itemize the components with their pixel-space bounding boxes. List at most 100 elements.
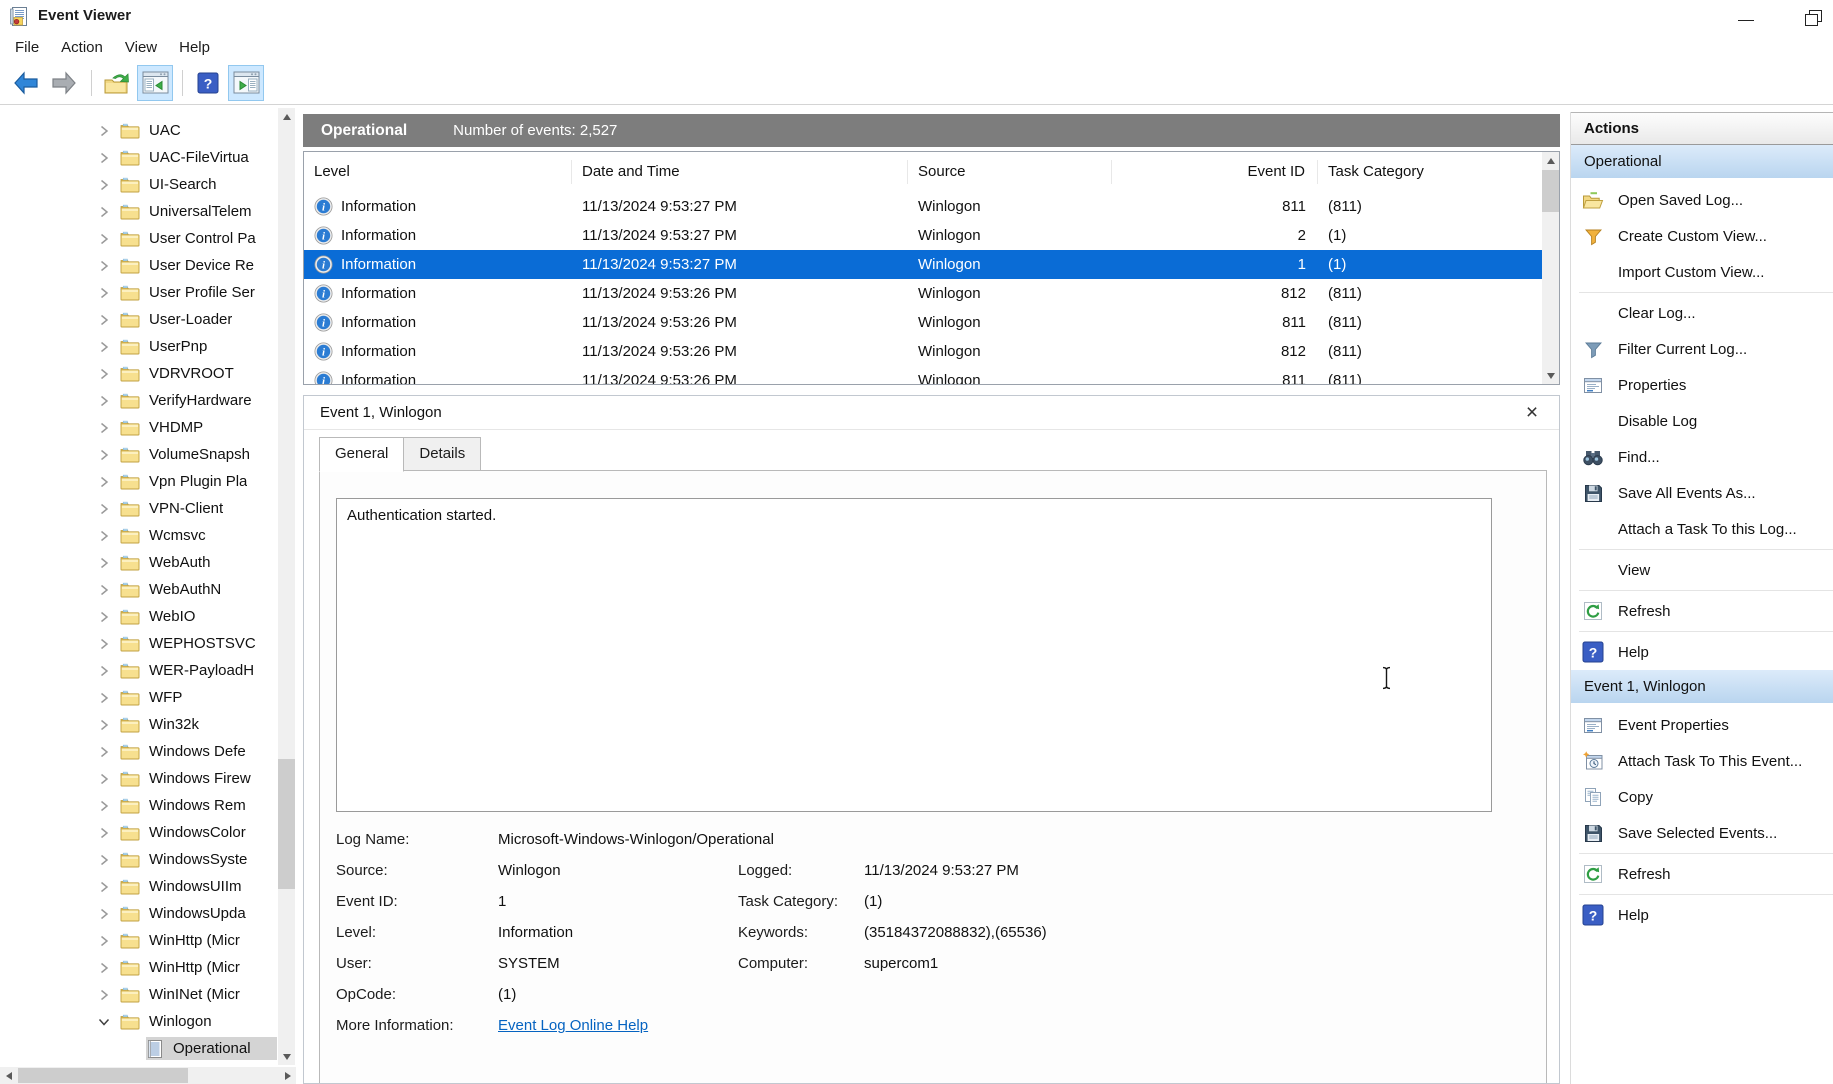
event-row[interactable]: iInformation11/13/2024 9:53:26 PMWinlogo… [304, 308, 1542, 337]
action-disable-log[interactable]: Disable Log [1571, 403, 1833, 439]
tree-item-vpn-plugin-pla[interactable]: Vpn Plugin Pla [0, 468, 277, 495]
event-log-online-help-link[interactable]: Event Log Online Help [498, 1015, 648, 1037]
event-row[interactable]: iInformation11/13/2024 9:53:27 PMWinlogo… [304, 192, 1542, 221]
menu-help[interactable]: Help [168, 35, 221, 60]
tree-item-winhttp-micr[interactable]: WinHttp (Micr [0, 927, 277, 954]
scroll-down-arrow[interactable] [1542, 367, 1559, 384]
action-help[interactable]: ?Help [1571, 897, 1833, 933]
event-description[interactable]: Authentication started. [336, 498, 1492, 812]
tree-item-windows-defe[interactable]: Windows Defe [0, 738, 277, 765]
action-filter-current-log[interactable]: Filter Current Log... [1571, 331, 1833, 367]
tree-item-vpn-client[interactable]: VPN-Client [0, 495, 277, 522]
tree-item-wfp[interactable]: WFP [0, 684, 277, 711]
tree-item-windows-firew[interactable]: Windows Firew [0, 765, 277, 792]
tree-item-universaltelem[interactable]: UniversalTelem [0, 198, 277, 225]
event-row[interactable]: iInformation11/13/2024 9:53:27 PMWinlogo… [304, 250, 1542, 279]
action-refresh[interactable]: Refresh [1571, 593, 1833, 629]
event-row[interactable]: iInformation11/13/2024 9:53:27 PMWinlogo… [304, 221, 1542, 250]
scroll-down-arrow[interactable] [278, 1048, 295, 1065]
menu-view[interactable]: View [114, 35, 168, 60]
back-button[interactable] [8, 65, 44, 101]
tree-item-wephostsvc[interactable]: WEPHOSTSVC [0, 630, 277, 657]
action-properties[interactable]: Properties [1571, 367, 1833, 403]
actions-section-operational[interactable]: Operational [1571, 145, 1833, 178]
show-action-pane-button[interactable] [228, 65, 264, 101]
events-vertical-scrollbar[interactable] [1542, 152, 1559, 384]
tree-item-user-device-re[interactable]: User Device Re [0, 252, 277, 279]
action-attach-task-to-this-event[interactable]: Attach Task To This Event... [1571, 743, 1833, 779]
column-header-task-category[interactable]: Task Category [1318, 160, 1542, 184]
tree-vertical-scrollbar[interactable] [278, 108, 295, 1065]
scroll-left-arrow[interactable] [0, 1067, 17, 1084]
event-row[interactable]: iInformation11/13/2024 9:53:26 PMWinlogo… [304, 337, 1542, 366]
export-button[interactable] [99, 65, 135, 101]
column-header-source[interactable]: Source [908, 160, 1112, 184]
action-attach-a-task-to-this-log[interactable]: Attach a Task To this Log... [1571, 511, 1833, 547]
close-icon[interactable]: × [1521, 403, 1543, 423]
action-refresh[interactable]: Refresh [1571, 856, 1833, 892]
menu-file[interactable]: File [4, 35, 50, 60]
tree-item-windowssyste[interactable]: WindowsSyste [0, 846, 277, 873]
column-header-event-id[interactable]: Event ID [1112, 160, 1318, 184]
action-create-custom-view[interactable]: Create Custom View... [1571, 218, 1833, 254]
scrollbar-thumb[interactable] [278, 759, 295, 889]
action-save-all-events-as[interactable]: Save All Events As... [1571, 475, 1833, 511]
tree-item-winhttp-micr[interactable]: WinHttp (Micr [0, 954, 277, 981]
restore-button[interactable] [1802, 9, 1824, 27]
action-clear-log[interactable]: Clear Log... [1571, 295, 1833, 331]
tree-item-windows-rem[interactable]: Windows Rem [0, 792, 277, 819]
action-event-properties[interactable]: Event Properties [1571, 707, 1833, 743]
tree-item-user-profile-ser[interactable]: User Profile Ser [0, 279, 277, 306]
column-header-level[interactable]: Level [304, 160, 572, 184]
action-save-selected-events[interactable]: Save Selected Events... [1571, 815, 1833, 851]
tree-item-label: WER-PayloadH [149, 662, 254, 679]
action-view[interactable]: View [1571, 552, 1833, 588]
tree-item-vhdmp[interactable]: VHDMP [0, 414, 277, 441]
forward-button[interactable] [46, 65, 82, 101]
tree-horizontal-scrollbar[interactable] [0, 1067, 296, 1084]
tree-item-operational[interactable]: Operational [0, 1035, 277, 1062]
actions-section-event-1-winlogon[interactable]: Event 1, Winlogon [1571, 670, 1833, 703]
help-button[interactable]: ? [190, 65, 226, 101]
minimize-button[interactable] [1733, 10, 1759, 26]
tree-item-ui-search[interactable]: UI-Search [0, 171, 277, 198]
tree-item-user-loader[interactable]: User-Loader [0, 306, 277, 333]
tree-item-uac-filevirtua[interactable]: UAC-FileVirtua [0, 144, 277, 171]
scrollbar-thumb[interactable] [18, 1068, 188, 1083]
tree-item-wininet-micr[interactable]: WinINet (Micr [0, 981, 277, 1008]
scrollbar-thumb[interactable] [1542, 170, 1559, 212]
tree-item-webauth[interactable]: WebAuth [0, 549, 277, 576]
tree-item-windowscolor[interactable]: WindowsColor [0, 819, 277, 846]
scroll-up-arrow[interactable] [1542, 152, 1559, 169]
tree-item-winnat[interactable]: WinNat [0, 1062, 277, 1066]
action-copy[interactable]: Copy [1571, 779, 1833, 815]
event-row[interactable]: iInformation11/13/2024 9:53:26 PMWinlogo… [304, 366, 1542, 385]
chevron-right-icon [97, 259, 111, 273]
tree-item-vdrvroot[interactable]: VDRVROOT [0, 360, 277, 387]
tree-item-userpnp[interactable]: UserPnp [0, 333, 277, 360]
action-open-saved-log[interactable]: Open Saved Log... [1571, 182, 1833, 218]
event-row[interactable]: iInformation11/13/2024 9:53:26 PMWinlogo… [304, 279, 1542, 308]
tab-general[interactable]: General [319, 437, 404, 472]
tree-item-volumesnapsh[interactable]: VolumeSnapsh [0, 441, 277, 468]
scroll-right-arrow[interactable] [279, 1067, 296, 1084]
action-find[interactable]: Find... [1571, 439, 1833, 475]
action-help[interactable]: ?Help [1571, 634, 1833, 670]
scroll-up-arrow[interactable] [278, 108, 295, 125]
tree-item-windowsupda[interactable]: WindowsUpda [0, 900, 277, 927]
column-header-date-and-time[interactable]: Date and Time [572, 160, 908, 184]
action-import-custom-view[interactable]: Import Custom View... [1571, 254, 1833, 290]
tree-item-webio[interactable]: WebIO [0, 603, 277, 630]
tree-item-uac[interactable]: UAC [0, 117, 277, 144]
tree-item-webauthn[interactable]: WebAuthN [0, 576, 277, 603]
tree-item-wcmsvc[interactable]: Wcmsvc [0, 522, 277, 549]
tree-item-winlogon[interactable]: Winlogon [0, 1008, 277, 1035]
tree-item-windowsuiim[interactable]: WindowsUIIm [0, 873, 277, 900]
tree-item-user-control-pa[interactable]: User Control Pa [0, 225, 277, 252]
tab-details[interactable]: Details [404, 437, 481, 471]
tree-item-verifyhardware[interactable]: VerifyHardware [0, 387, 277, 414]
tree-item-wer-payloadh[interactable]: WER-PayloadH [0, 657, 277, 684]
show-console-tree-button[interactable] [137, 65, 173, 101]
tree-item-win32k[interactable]: Win32k [0, 711, 277, 738]
menu-action[interactable]: Action [50, 35, 114, 60]
